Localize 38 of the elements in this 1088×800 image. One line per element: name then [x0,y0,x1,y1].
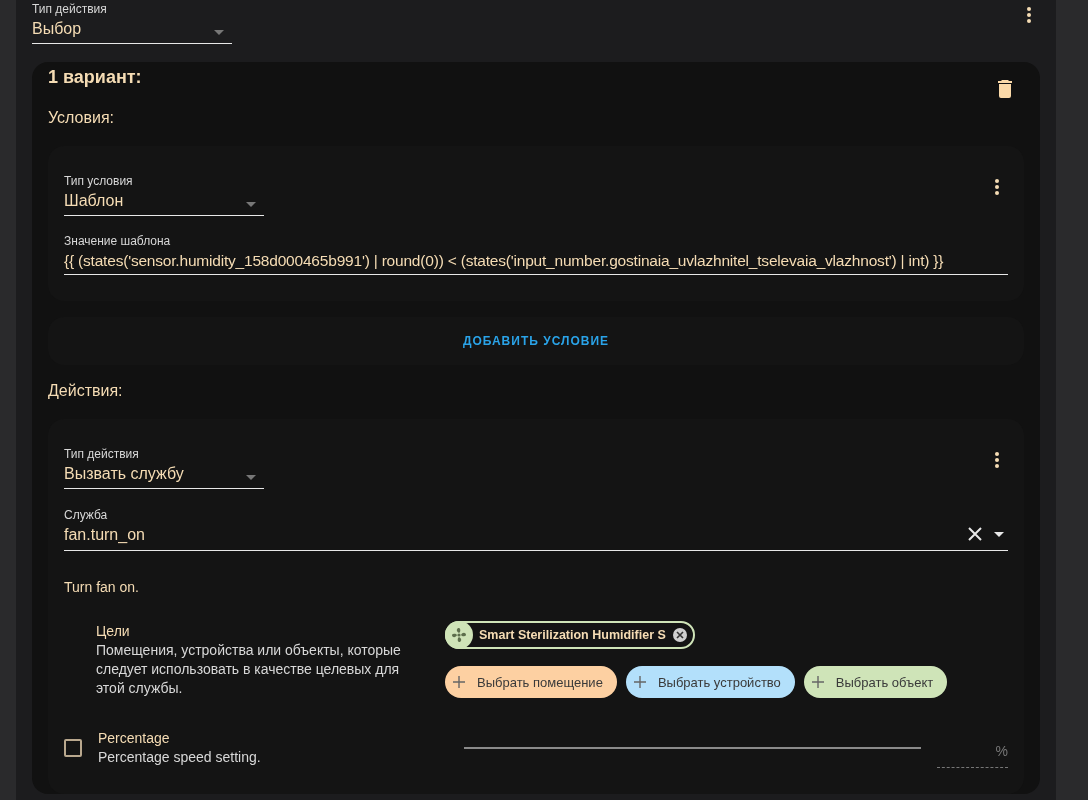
dropdown-field[interactable]: Вызвать службу [64,463,264,485]
plus-icon [811,676,824,688]
param-description: Percentage speed setting. [97,748,262,767]
field-label: Тип действия [64,447,140,461]
dropdown-field[interactable]: Выбор [32,18,232,40]
more-options-icon[interactable] [1026,6,1032,24]
template-field[interactable]: {{ (states('sensor.humidity_158d000465b991') | round(0)) < (states('input_number.gostinaia_uvlazhnitel_tselevaia_vlazhnost') | int) }} [64,250,1008,272]
number-field[interactable]: % [937,742,1008,768]
caret-icon [246,475,256,480]
param-name: Percentage [97,729,171,748]
caret-icon [246,202,256,207]
section-heading: Условия: [48,108,116,128]
more-options-icon[interactable] [994,451,1000,469]
service-field[interactable]: fan.turn_on [64,524,956,546]
add-target-button[interactable]: Выбрать объект [803,666,948,698]
targets-description: Помещения, устройства или объекты, которые следует использовать в качестве целевых для этой службы. [96,641,402,698]
caret-icon [214,30,224,35]
dropdown-field[interactable]: Шаблон [64,190,264,212]
add-target-button[interactable]: Выбрать помещение [445,666,617,698]
section-heading: Действия: [48,381,124,401]
field-label: Тип условия [64,174,134,188]
trash-icon[interactable] [998,80,1012,98]
service-description: Turn fan on. [64,579,140,595]
more-options-icon[interactable] [994,178,1000,196]
add-target-button[interactable]: Выбрать устройство [625,666,795,698]
field-label: Служба [64,508,109,522]
fan-icon [451,627,467,643]
field-label: Значение шаблона [64,234,172,248]
target-chip[interactable]: Smart Sterilization Humidifier S [445,621,695,649]
checkbox[interactable] [64,739,82,757]
remove-icon[interactable] [671,627,688,643]
caret-icon[interactable] [994,531,1004,537]
plus-icon [453,676,465,688]
clear-icon[interactable] [968,527,982,541]
plus-icon [633,676,646,688]
option-title: 1 вариант: [48,66,142,89]
field-label: Тип действия [32,2,108,16]
targets-title: Цели [96,622,131,641]
